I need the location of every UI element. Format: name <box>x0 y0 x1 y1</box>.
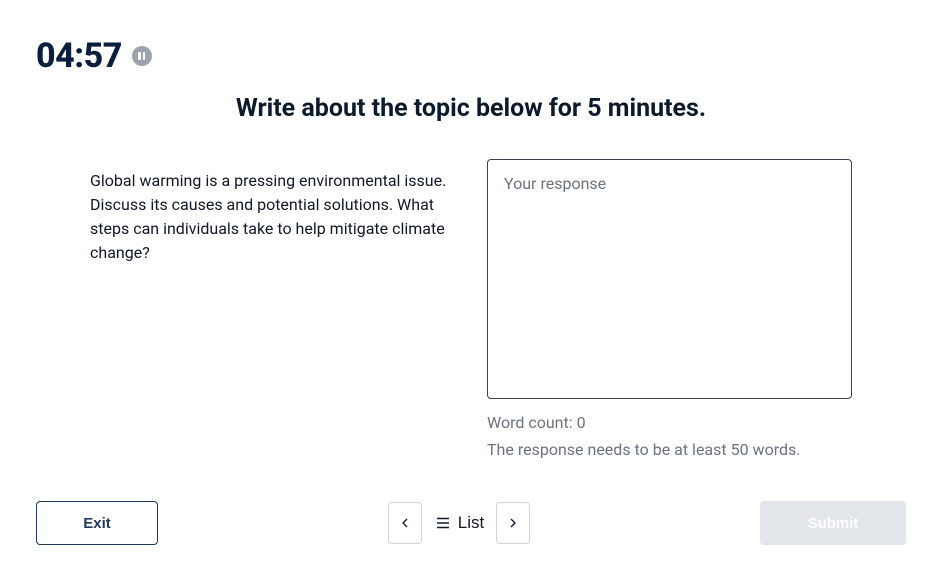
list-icon <box>434 514 452 532</box>
page-heading: Write about the topic below for 5 minute… <box>36 94 906 123</box>
prompt-text: Global warming is a pressing environment… <box>90 159 455 459</box>
timer-value: 04:57 <box>36 36 122 76</box>
next-button[interactable] <box>496 502 530 544</box>
submit-button[interactable]: Submit <box>760 501 906 545</box>
chevron-left-icon <box>397 515 413 531</box>
pause-icon[interactable] <box>132 46 152 66</box>
chevron-right-icon <box>505 515 521 531</box>
response-input[interactable] <box>487 159 852 399</box>
word-count: Word count: 0 <box>487 413 852 432</box>
list-button[interactable]: List <box>434 513 484 533</box>
list-label: List <box>458 513 484 533</box>
prev-button[interactable] <box>388 502 422 544</box>
exit-button[interactable]: Exit <box>36 501 158 545</box>
min-words-hint: The response needs to be at least 50 wor… <box>487 440 852 459</box>
